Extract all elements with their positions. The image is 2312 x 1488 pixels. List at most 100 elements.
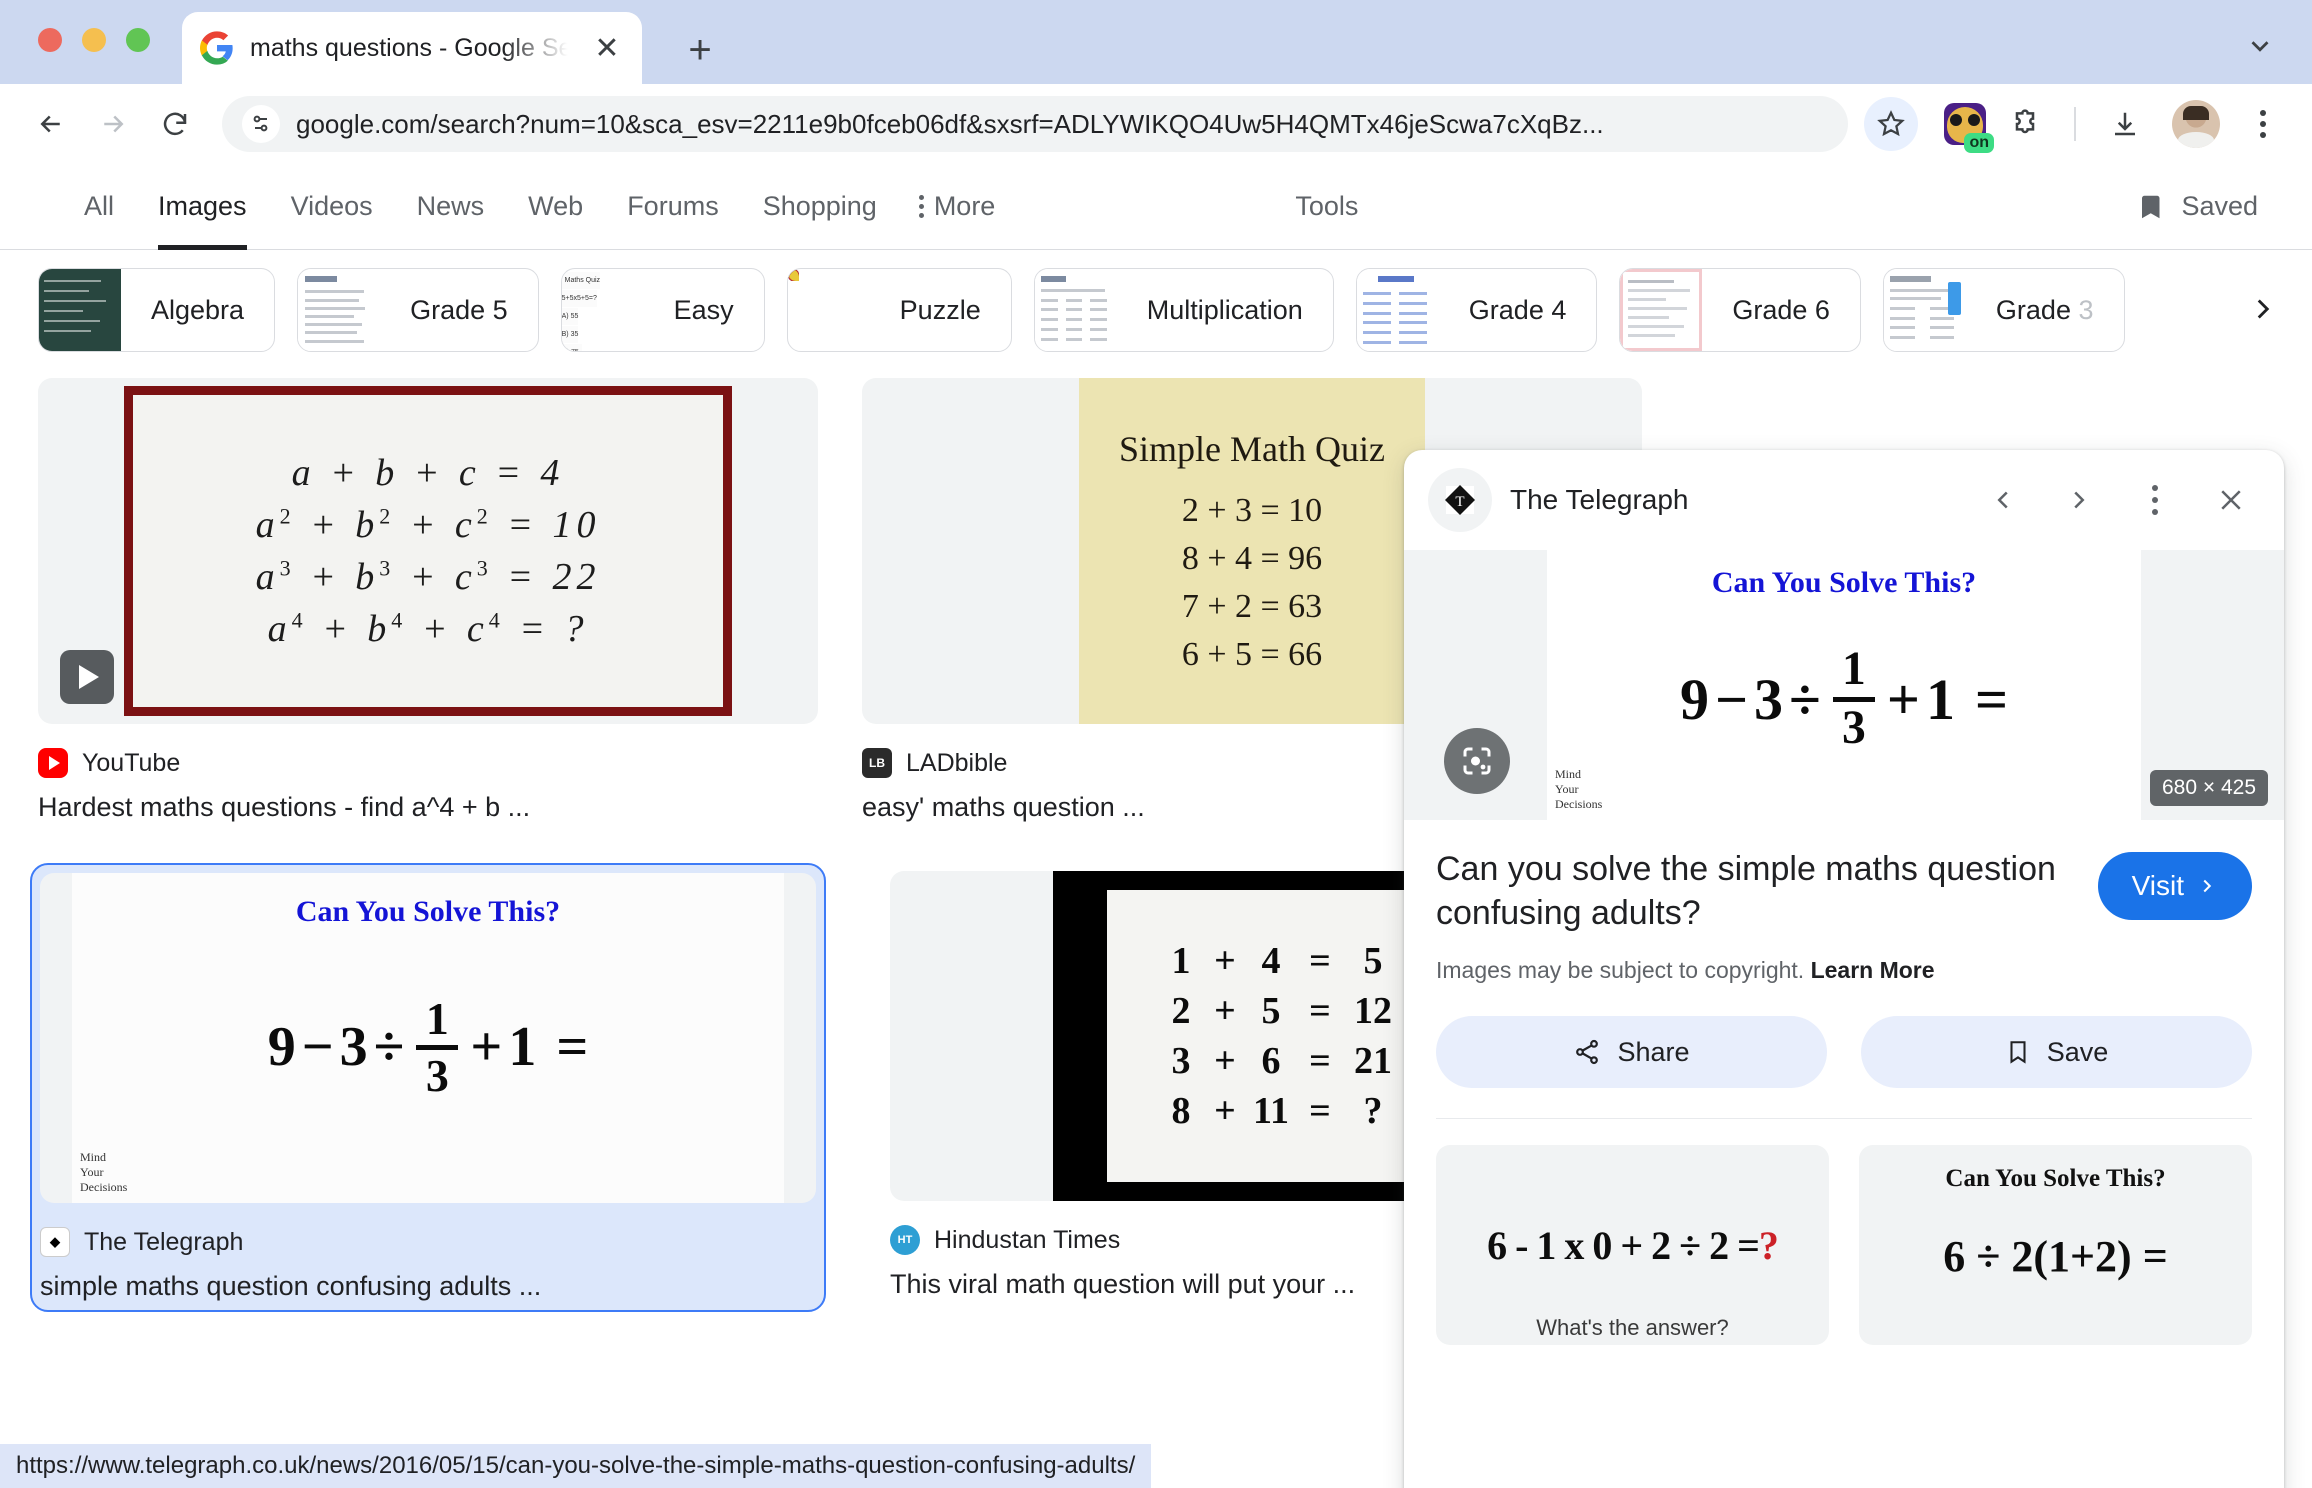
tools-button[interactable]: Tools — [1295, 191, 1358, 222]
equation-operand: 9 — [1679, 666, 1709, 732]
operand: 2 — [1171, 990, 1191, 1032]
star-icon[interactable] — [1864, 97, 1918, 151]
chevron-left-icon[interactable] — [1974, 471, 2032, 529]
site-settings-icon[interactable] — [242, 105, 280, 143]
panel-actions: Share Save — [1436, 1016, 2252, 1120]
three-dot-menu-icon[interactable] — [2126, 471, 2184, 529]
three-dot-menu-icon[interactable] — [2238, 97, 2288, 151]
minimize-window-button[interactable] — [82, 28, 106, 52]
result: ? — [1363, 1090, 1383, 1132]
chip-thumbnail — [1356, 269, 1439, 351]
equation-operand: 9 — [267, 1016, 296, 1078]
fraction: 1 3 — [1832, 645, 1875, 752]
saved-button[interactable]: Saved — [2137, 190, 2258, 224]
learn-more-link[interactable]: Learn More — [1811, 957, 1935, 983]
browser-tab[interactable]: maths questions - Google Sea ✕ — [182, 12, 642, 84]
forward-arrow-icon[interactable] — [86, 97, 140, 151]
tab-images[interactable]: Images — [136, 164, 269, 250]
share-button[interactable]: Share — [1436, 1016, 1827, 1089]
related-image-1[interactable]: 6 - 1 x 0 + 2 ÷ 2 =? What's the answer? — [1436, 1145, 1829, 1346]
panel-image-area[interactable]: Can You Solve This? 9 − 3 ÷ 1 3 + 1 = Mi… — [1404, 550, 2284, 820]
visit-button[interactable]: Visit — [2097, 852, 2252, 920]
maximize-window-button[interactable] — [126, 28, 150, 52]
bookmark-icon — [2010, 1041, 2026, 1064]
panel-title-row: Can you solve the simple maths question … — [1436, 848, 2252, 935]
chip-puzzle[interactable]: Puzzle — [786, 268, 1012, 352]
chip-label: Puzzle — [899, 294, 981, 325]
browser-toolbar: google.com/search?num=10&sca_esv=2211e9b… — [0, 84, 2312, 164]
operator: + — [1214, 940, 1236, 982]
image-heading: Can You Solve This? — [1711, 566, 1977, 599]
image-preview-panel: T The Telegraph Can You Solve This? 9 − … — [1404, 450, 2284, 1488]
puzzle-piece-icon[interactable] — [1998, 97, 2052, 151]
chip-label: Multiplication — [1146, 294, 1303, 325]
result-thumbnail[interactable]: Can You Solve This? 9 − 3 ÷ 1 3 + 1 = Mi… — [40, 873, 816, 1203]
equation-operand: 3 — [1754, 666, 1784, 732]
telegraph-icon: T — [1428, 468, 1492, 532]
chip-thumbnail — [298, 269, 381, 351]
new-tab-button[interactable]: + — [676, 26, 724, 74]
window-controls[interactable] — [38, 28, 150, 52]
chevron-right-icon[interactable] — [2050, 471, 2108, 529]
watermark-line: Decisions — [1555, 797, 1603, 811]
address-bar[interactable]: google.com/search?num=10&sca_esv=2211e9b… — [222, 96, 1848, 152]
bookmark-icon — [2142, 195, 2160, 218]
google-lens-icon[interactable] — [1444, 728, 1510, 794]
play-icon[interactable] — [60, 650, 114, 704]
tab-videos[interactable]: Videos — [269, 164, 395, 250]
download-icon[interactable] — [2098, 97, 2152, 151]
chip-label: Grade 3 — [1995, 294, 2094, 325]
more-filters-button[interactable]: More — [918, 191, 995, 222]
operand: 8 — [1171, 1090, 1191, 1132]
chip-grade-5[interactable]: Grade 5 — [297, 268, 539, 352]
chip-label: Grade 4 — [1468, 294, 1567, 325]
result-title: simple maths question confusing adults .… — [40, 1271, 542, 1301]
ladbible-icon: LB — [862, 748, 892, 778]
chip-algebra[interactable]: Algebra — [38, 268, 276, 352]
tab-all[interactable]: All — [62, 164, 136, 250]
chip-thumbnail — [1883, 269, 1966, 351]
chip-easy[interactable]: Maths Quiz5+5x5+5=?A) 55B) 35C) 75 Easy — [560, 268, 765, 352]
chip-thumbnail — [1034, 269, 1117, 351]
chip-multiplication[interactable]: Multiplication — [1033, 268, 1334, 352]
tab-shopping[interactable]: Shopping — [741, 164, 899, 250]
result-source: YouTube — [38, 748, 818, 778]
chip-grade-3[interactable]: Grade 3 — [1882, 268, 2125, 352]
equation-operator: − — [301, 1016, 334, 1078]
chip-grade-6[interactable]: Grade 6 — [1619, 268, 1861, 352]
tab-news[interactable]: News — [395, 164, 507, 250]
chevron-down-icon[interactable] — [2236, 22, 2284, 70]
avatar[interactable] — [2172, 100, 2220, 148]
browser-titlebar: maths questions - Google Sea ✕ + — [0, 0, 2312, 84]
panel-title: Can you solve the simple maths question … — [1436, 850, 2056, 932]
source-name: Hindustan Times — [934, 1225, 1121, 1254]
close-icon[interactable] — [2202, 471, 2260, 529]
related-image-2[interactable]: Can You Solve This? 6 ÷ 2(1+2) = — [1859, 1145, 2252, 1346]
tab-web[interactable]: Web — [506, 164, 605, 250]
answer-mark: ? — [1758, 1222, 1779, 1268]
result-card-telegraph[interactable]: Can You Solve This? 9 − 3 ÷ 1 3 + 1 = Mi… — [30, 863, 826, 1312]
equation-operator: = — [1974, 666, 2009, 732]
chevron-right-icon[interactable] — [2232, 278, 2294, 340]
close-window-button[interactable] — [38, 28, 62, 52]
result-card-youtube[interactable]: a + b + c = 4 a2 + b2 + c2 = 10 a3 + b3 … — [38, 378, 818, 823]
panel-body: Can you solve the simple maths question … — [1404, 820, 2284, 1120]
google-favicon-icon — [200, 31, 233, 65]
reload-icon[interactable] — [148, 97, 202, 151]
back-arrow-icon[interactable] — [24, 97, 78, 151]
result: 12 — [1354, 990, 1392, 1032]
related-equation: 6 ÷ 2(1+2) = — [1943, 1231, 2168, 1281]
puzzle-line: 8 + 11 = ? — [1157, 1089, 1403, 1133]
copyright-text: Images may be subject to copyright. — [1436, 957, 1805, 984]
save-button[interactable]: Save — [1861, 1016, 2252, 1089]
tab-forums[interactable]: Forums — [605, 164, 741, 250]
result-thumbnail[interactable]: a + b + c = 4 a2 + b2 + c2 = 10 a3 + b3 … — [38, 378, 818, 724]
chip-grade-4[interactable]: Grade 4 — [1355, 268, 1598, 352]
visit-label: Visit — [2131, 870, 2184, 901]
owl-extension-icon[interactable]: on — [1940, 99, 1994, 153]
fraction-numerator: 1 — [425, 992, 449, 1044]
close-icon[interactable]: ✕ — [590, 31, 624, 65]
chip-thumbnail — [39, 269, 121, 351]
fraction-bar — [1832, 696, 1875, 702]
source-name: LADbible — [906, 748, 1008, 777]
